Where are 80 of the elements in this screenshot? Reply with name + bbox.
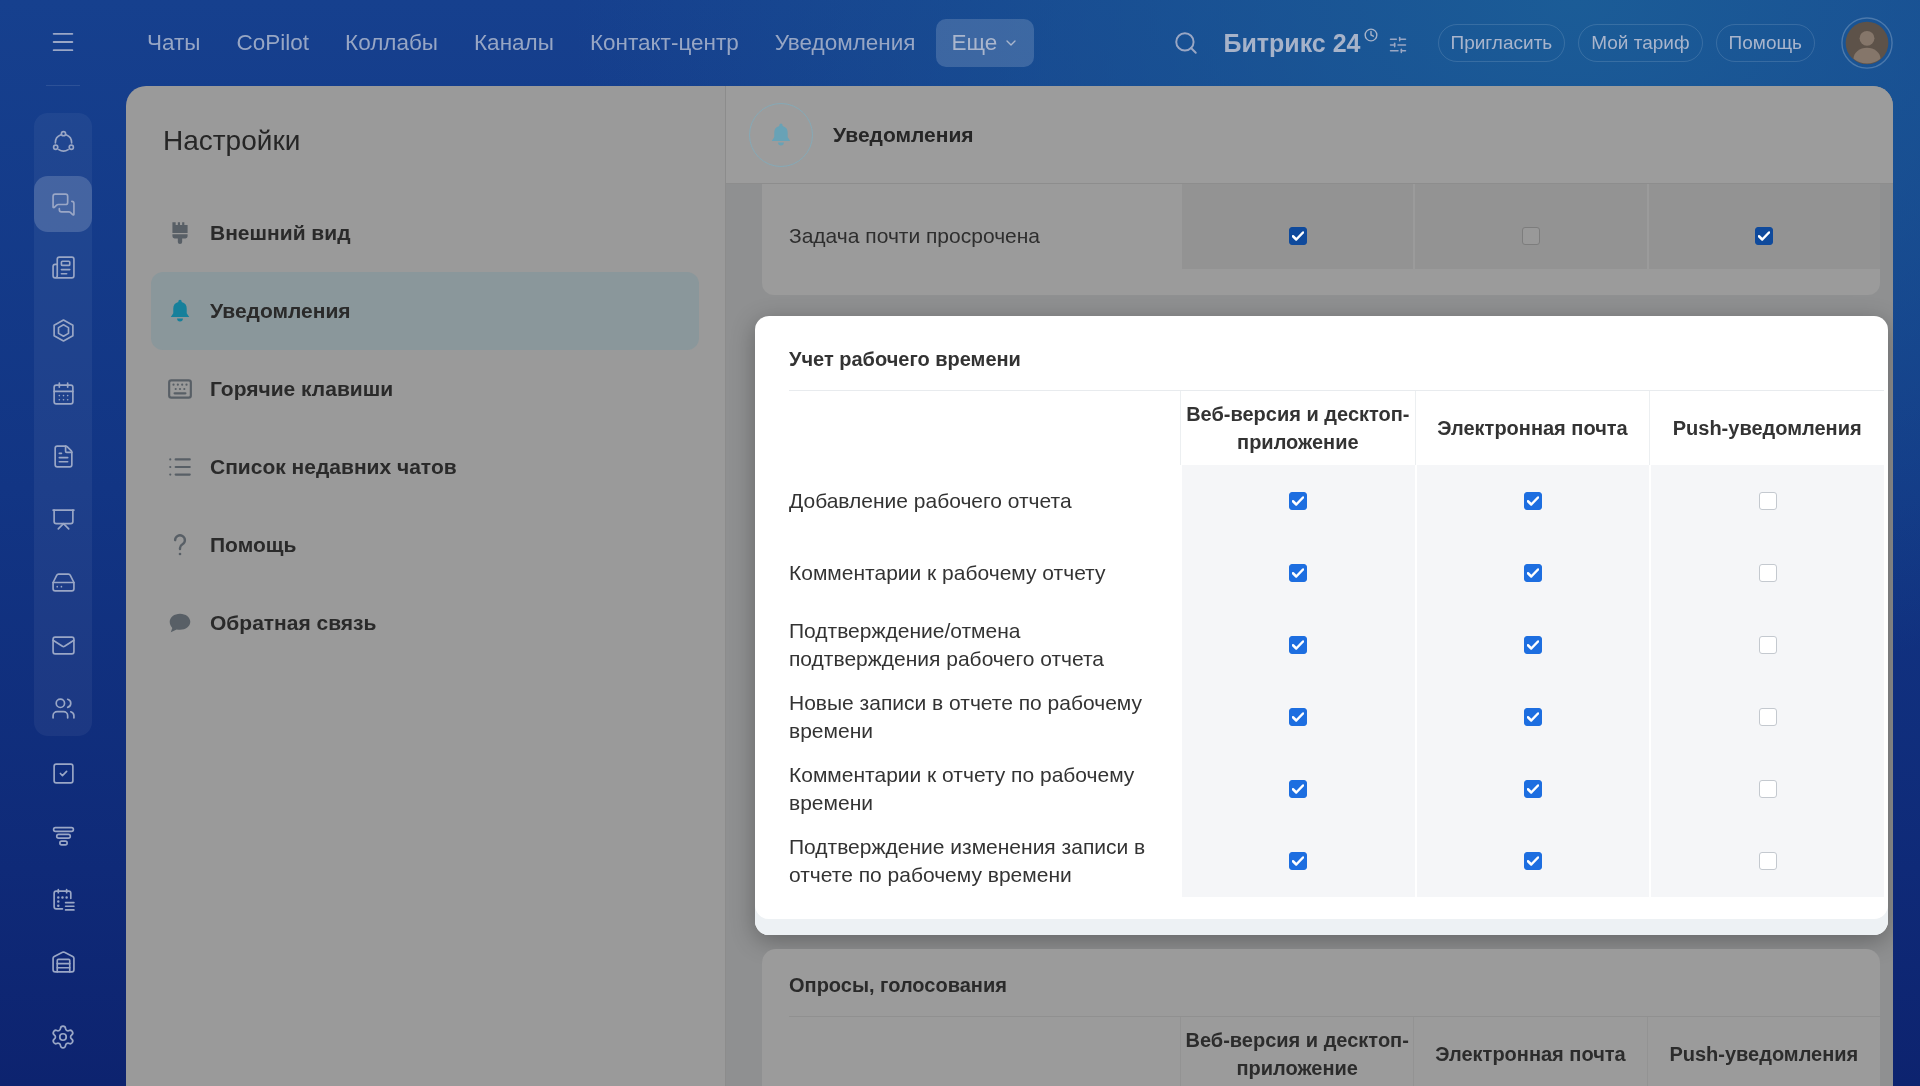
checkbox[interactable]: [1524, 708, 1542, 726]
checkbox[interactable]: [1524, 564, 1542, 582]
warehouse-icon: [50, 949, 76, 975]
nav-link[interactable]: Коллабы: [330, 19, 453, 67]
checkmark-icon: [1527, 784, 1539, 794]
checkbox[interactable]: [1524, 636, 1542, 654]
section-title: Опросы, голосования: [789, 974, 1007, 996]
checkmark-icon: [1527, 496, 1539, 506]
settings-menu-item[interactable]: Помощь: [151, 506, 699, 584]
column-header: Электронная почта: [1437, 416, 1628, 441]
nav-link[interactable]: CoPilot: [221, 19, 325, 67]
checkbox[interactable]: [1289, 564, 1308, 582]
section-title: Учет рабочего времени: [789, 348, 1021, 370]
user-avatar-icon: [1841, 17, 1893, 69]
checkbox[interactable]: [1755, 226, 1774, 245]
page-title: Уведомления: [833, 122, 974, 147]
column-header: Push-уведомления: [1672, 416, 1862, 441]
checkbox[interactable]: [1289, 492, 1308, 510]
checkmark-icon: [1292, 784, 1305, 794]
bell-icon: [749, 102, 813, 167]
people-icon: [50, 695, 76, 721]
checkbox[interactable]: [1289, 852, 1308, 870]
more-menu-button[interactable]: Еще: [936, 19, 1035, 67]
row-label: Задача почти просрочена: [789, 222, 1041, 249]
checkmark-icon: [1527, 856, 1539, 866]
sliders-button[interactable]: [1387, 35, 1408, 55]
logo[interactable]: Битрикс 24: [1223, 28, 1378, 58]
settings-icon: [50, 1024, 76, 1050]
row-label: Добавление рабочего отчета: [789, 488, 1072, 514]
checkbox[interactable]: [1289, 708, 1308, 726]
checkmark-icon: [1758, 230, 1771, 241]
checkbox[interactable]: [1524, 492, 1542, 510]
checkbox[interactable]: [1289, 636, 1308, 654]
hexagon-icon: [50, 317, 76, 343]
settings-menu-item[interactable]: Список недавних чатов: [151, 428, 699, 506]
checkmark-icon: [1527, 640, 1539, 650]
row-label: Комментарии к рабочему отчету: [789, 560, 1106, 586]
checkbox-icon: [50, 760, 76, 786]
column-header: Веб-версия и десктоп-приложение: [1185, 402, 1411, 455]
checkbox[interactable]: [1288, 226, 1307, 245]
checkmark-icon: [1292, 496, 1305, 506]
chat-bubbles-icon: [50, 191, 76, 217]
checkbox[interactable]: [1524, 780, 1542, 798]
settings-title: Настройки: [163, 124, 302, 158]
newspaper-icon: [50, 254, 76, 280]
checkmark-icon: [1292, 568, 1305, 578]
settings-menu-item[interactable]: Уведомления: [151, 272, 699, 350]
search-icon: [1173, 30, 1200, 56]
checkmark-icon: [1291, 230, 1304, 241]
column-header: Push-уведомления: [1669, 1042, 1859, 1067]
settings-menu-item[interactable]: Обратная связь: [151, 584, 699, 662]
checkmark-icon: [1292, 856, 1305, 866]
sidebar-button[interactable]: [34, 176, 92, 232]
checkmark-icon: [1292, 640, 1305, 650]
checkbox[interactable]: [1289, 780, 1308, 798]
nav-link[interactable]: Контакт-центр: [574, 19, 754, 67]
checkmark-icon: [1527, 712, 1539, 722]
sliders-icon: [1387, 35, 1408, 55]
checkbox[interactable]: [1522, 226, 1540, 245]
row-label: Подтверждение/отмена подтверждения рабочего отчета: [789, 618, 1105, 672]
calendar-list-icon: [50, 886, 76, 912]
nav-link[interactable]: Уведомления: [759, 19, 931, 67]
search-button[interactable]: [1173, 30, 1200, 56]
checkbox[interactable]: [1524, 852, 1542, 870]
nav-link[interactable]: Чаты: [132, 19, 216, 67]
settings-menu-item[interactable]: Горячие клавиши: [151, 350, 699, 428]
row-label: Подтверждение изменения записи в отчете по рабочему времени: [789, 834, 1147, 888]
row-label: Комментарии к отчету по рабочему времени: [789, 762, 1136, 816]
clock-icon: [1363, 28, 1378, 42]
presentation-board-icon: [50, 506, 76, 532]
settings-menu-item[interactable]: Внешний вид: [151, 194, 699, 272]
column-header: Электронная почта: [1435, 1042, 1626, 1067]
checkmark-icon: [1527, 568, 1539, 578]
column-header: Веб-версия и десктоп-приложение: [1184, 1028, 1410, 1081]
row-label: Новые записи в отчете по рабочему времени: [789, 690, 1143, 744]
nav-link[interactable]: Каналы: [459, 19, 569, 67]
checkmark-icon: [1292, 712, 1305, 722]
keyboard-icon: [167, 376, 193, 402]
orbit-icon: [50, 128, 76, 154]
calendar-icon: [50, 380, 76, 406]
